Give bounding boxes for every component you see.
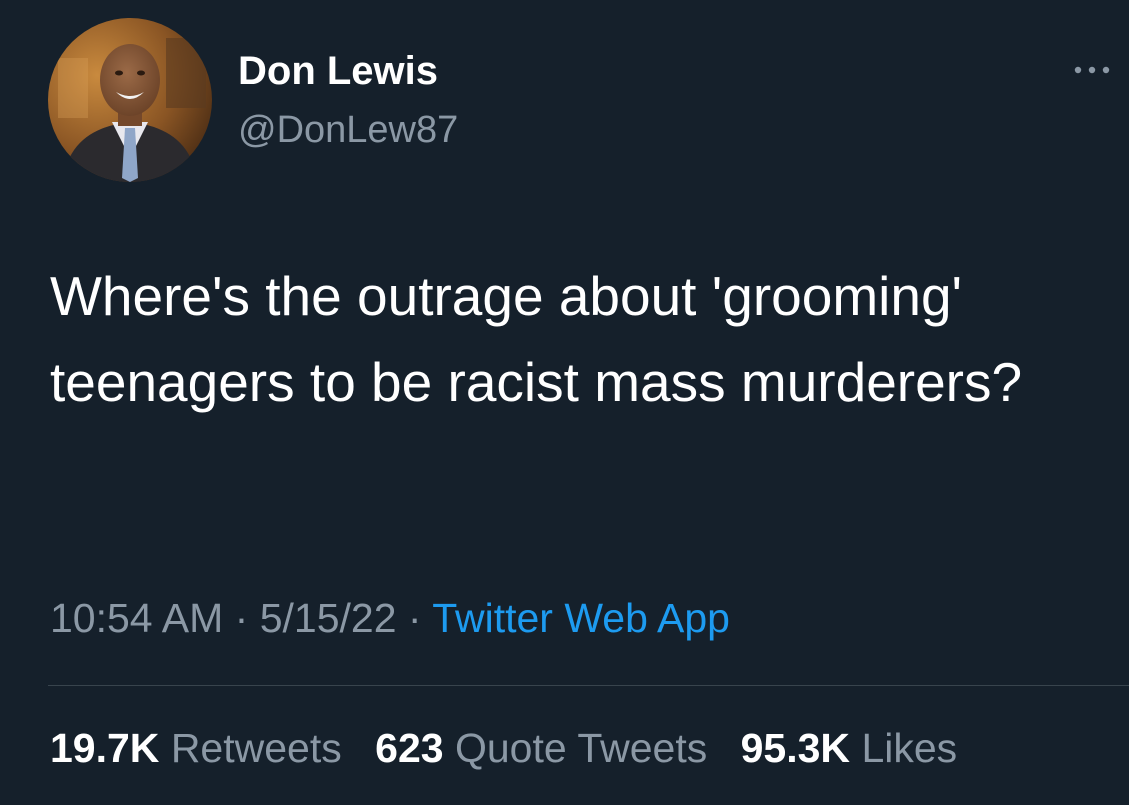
tweet-card: Don Lewis @DonLew87 Where's the outrage … bbox=[0, 0, 1129, 805]
meta-separator: · bbox=[234, 595, 249, 641]
avatar-photo-icon bbox=[48, 18, 212, 182]
quote-tweets-label: Quote Tweets bbox=[454, 725, 708, 771]
display-name[interactable]: Don Lewis bbox=[238, 48, 438, 94]
likes-stat[interactable]: 95.3K Likes bbox=[741, 720, 958, 776]
tweet-text: Where's the outrage about 'grooming' tee… bbox=[50, 265, 1023, 413]
tweet-source-link[interactable]: Twitter Web App bbox=[432, 595, 730, 641]
tweet-time[interactable]: 10:54 AM bbox=[50, 595, 223, 641]
more-horizontal-icon bbox=[1074, 66, 1110, 74]
retweets-label: Retweets bbox=[170, 725, 342, 771]
tweet-meta: 10:54 AM · 5/15/22 · Twitter Web App bbox=[50, 590, 730, 646]
likes-label: Likes bbox=[861, 725, 958, 771]
meta-separator: · bbox=[407, 595, 422, 641]
retweets-count: 19.7K bbox=[50, 725, 160, 771]
divider bbox=[48, 685, 1129, 686]
quote-tweets-stat[interactable]: 623 Quote Tweets bbox=[375, 720, 707, 776]
retweets-stat[interactable]: 19.7K Retweets bbox=[50, 720, 342, 776]
avatar[interactable] bbox=[48, 18, 212, 182]
quote-tweets-count: 623 bbox=[375, 725, 444, 771]
likes-count: 95.3K bbox=[740, 725, 851, 771]
tweet-date[interactable]: 5/15/22 bbox=[260, 595, 397, 641]
more-options-button[interactable] bbox=[1068, 56, 1116, 84]
user-handle[interactable]: @DonLew87 bbox=[238, 108, 458, 152]
tweet-stats: 19.7K Retweets 623 Quote Tweets 95.3K Li… bbox=[50, 720, 957, 776]
